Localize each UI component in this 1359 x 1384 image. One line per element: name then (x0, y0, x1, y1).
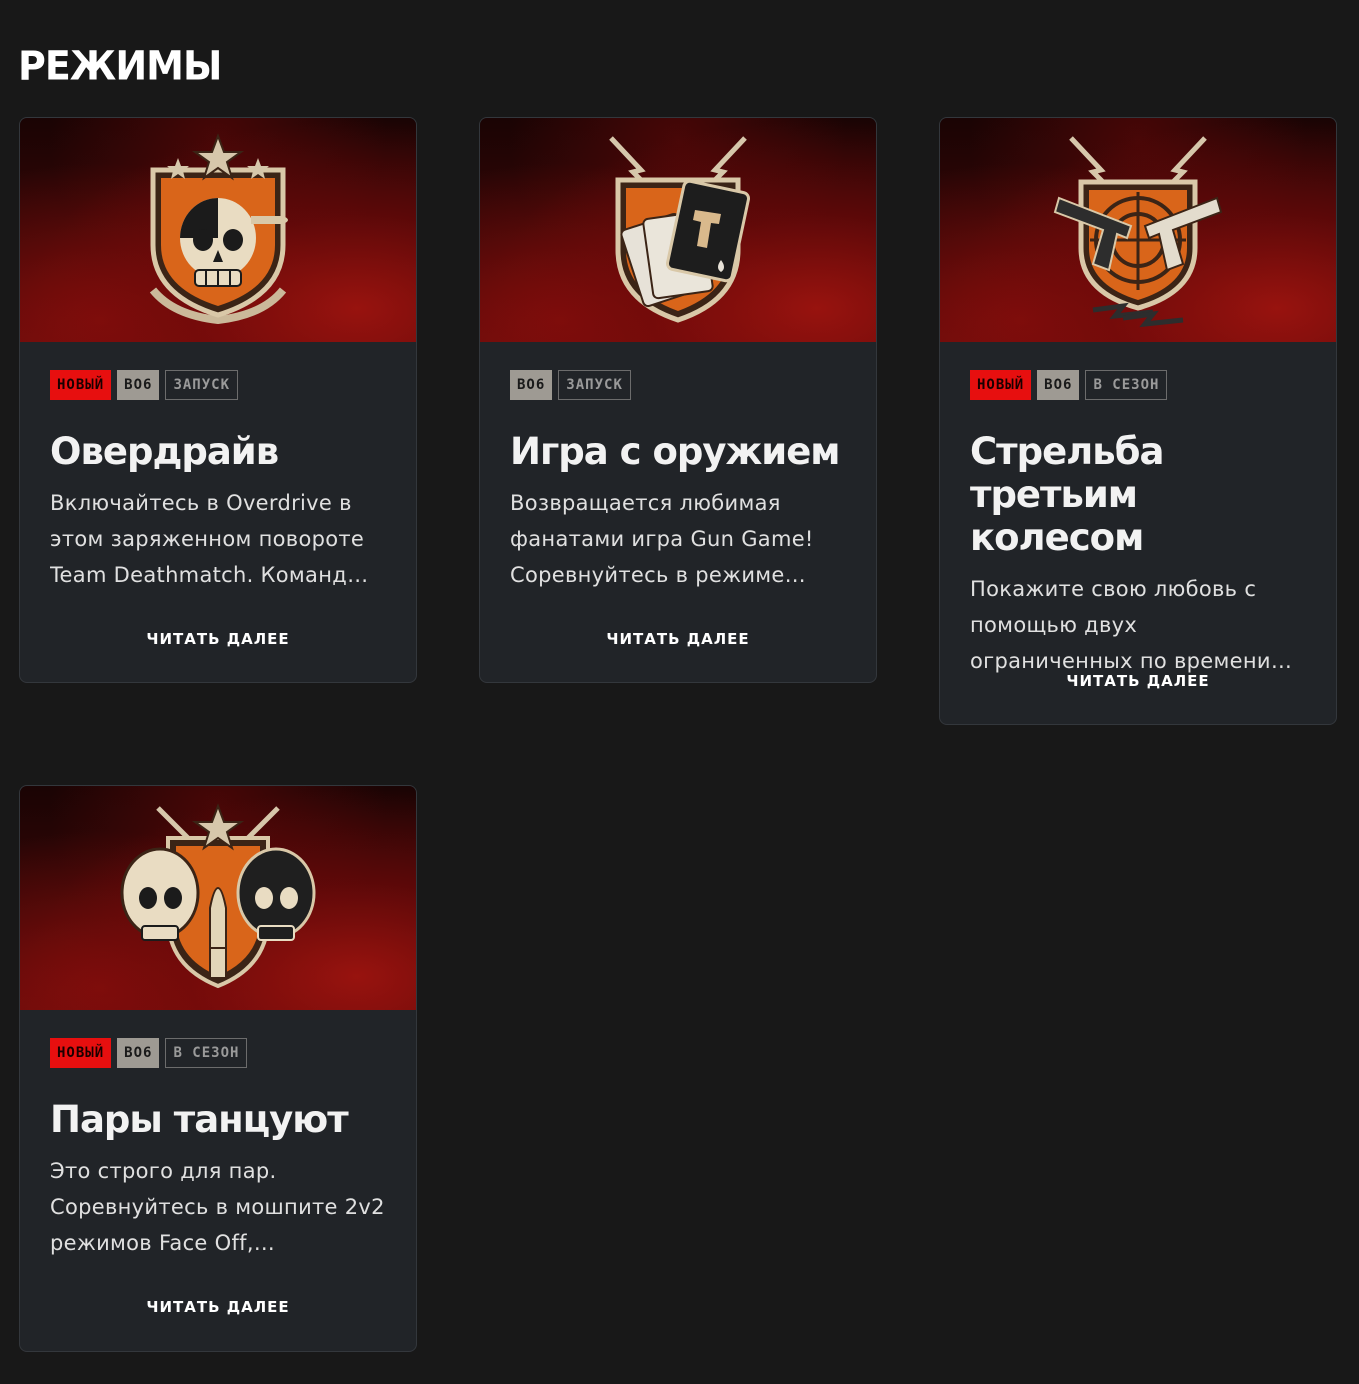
card-image (20, 118, 416, 342)
tag-availability: ЗАПУСК (165, 370, 239, 400)
card-image (940, 118, 1336, 342)
card-image (480, 118, 876, 342)
playing-cards-emblem-icon (609, 136, 751, 323)
tag-availability: В СЕЗОН (1085, 370, 1168, 400)
tag-new: НОВЫЙ (50, 370, 112, 400)
tag-availability: ЗАПУСК (558, 370, 631, 400)
card-title: Пары танцуют (50, 1098, 349, 1141)
twin-skulls-bullet-emblem-icon (120, 803, 316, 989)
card-title: Стрельба третьим колесом (970, 430, 1164, 559)
tag-game: BO6 (1037, 370, 1080, 400)
mode-card-overdrive[interactable]: НОВЫЙ BO6 ЗАПУСК Овердрайв Включайтесь в… (19, 117, 417, 683)
tag-new: НОВЫЙ (50, 1038, 112, 1068)
read-more-link[interactable]: ЧИТАТЬ ДАЛЕЕ (940, 672, 1336, 690)
tag-game: BO6 (117, 370, 160, 400)
section-title: РЕЖИМЫ (18, 42, 222, 90)
card-description: Это строго для пар. Соревнуйтесь в мошпи… (50, 1159, 385, 1255)
card-description: Включайтесь в Overdrive в этом заряженно… (50, 491, 369, 587)
tag-game: BO6 (510, 370, 553, 400)
read-more-link[interactable]: ЧИТАТЬ ДАЛЕЕ (480, 630, 876, 648)
mode-card-couples-dance[interactable]: НОВЫЙ BO6 В СЕЗОН Пары танцуют Это строг… (19, 785, 417, 1352)
tag-availability: В СЕЗОН (165, 1038, 248, 1068)
skull-emblem-icon (149, 133, 288, 325)
tag-list: НОВЫЙ BO6 В СЕЗОН (970, 370, 1306, 400)
mode-card-third-wheel[interactable]: НОВЫЙ BO6 В СЕЗОН Стрельба третьим колес… (939, 117, 1337, 725)
card-title: Овердрайв (50, 430, 279, 473)
read-more-link[interactable]: ЧИТАТЬ ДАЛЕЕ (20, 630, 416, 648)
tag-new: НОВЫЙ (970, 370, 1032, 400)
read-more-link[interactable]: ЧИТАТЬ ДАЛЕЕ (20, 1298, 416, 1316)
card-image (20, 786, 416, 1010)
card-description: Возвращается любимая фанатами игра Gun G… (510, 491, 814, 587)
mode-card-gun-game[interactable]: BO6 ЗАПУСК Игра с оружием Возвращается л… (479, 117, 877, 683)
tag-game: BO6 (117, 1038, 160, 1068)
tag-list: BO6 ЗАПУСК (510, 370, 846, 400)
crossed-pistols-emblem-icon (1053, 136, 1223, 328)
tag-list: НОВЫЙ BO6 В СЕЗОН (50, 1038, 386, 1068)
card-description: Покажите свою любовь с помощью двух огра… (970, 577, 1293, 673)
card-title: Игра с оружием (510, 430, 841, 473)
tag-list: НОВЫЙ BO6 ЗАПУСК (50, 370, 386, 400)
modes-page: РЕЖИМЫ НОВЫЙ BO6 ЗАПУСК Овердрайв Включа… (0, 0, 1359, 1384)
